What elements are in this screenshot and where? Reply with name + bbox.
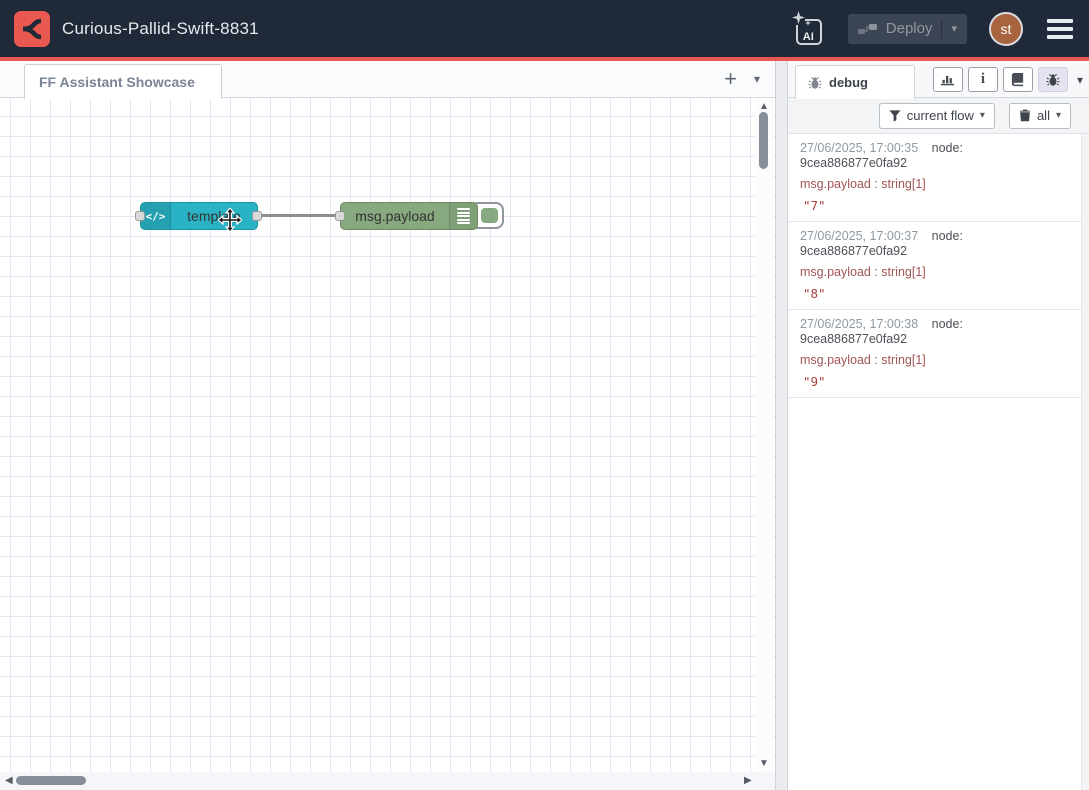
node-debug-label: msg.payload	[341, 203, 449, 229]
sparkle-small-icon	[805, 20, 811, 26]
trash-icon	[1019, 109, 1031, 122]
flow-canvas[interactable]: </> template msg.payload	[0, 98, 775, 772]
instance-title: Curious-Pallid-Swift-8831	[62, 19, 259, 39]
branch-icon	[20, 17, 44, 41]
ai-assistant-button[interactable]: AI	[792, 10, 826, 48]
header: Curious-Pallid-Swift-8831 AI	[0, 0, 1089, 57]
debug-filter-button[interactable]: current flow ▾	[879, 103, 995, 129]
user-avatar[interactable]: st	[989, 12, 1023, 46]
sidebar-tab-debug-label: debug	[829, 75, 868, 90]
sidebar-tab-buttons: i	[933, 67, 1083, 92]
wire[interactable]	[257, 214, 341, 217]
deploy-separator	[941, 20, 942, 38]
node-port-input-template[interactable]	[135, 211, 145, 221]
flow-list-chevron-icon[interactable]: ▾	[754, 72, 760, 86]
workspace-tab-actions: + ▾	[724, 61, 760, 97]
node-debug[interactable]: msg.payload	[340, 202, 478, 230]
debug-clear-label: all	[1037, 108, 1050, 123]
deploy-nodes-icon	[858, 22, 878, 36]
vertical-scroll-thumb[interactable]	[759, 112, 768, 169]
canvas-vertical-scrollbar[interactable]: ▲ ▼	[755, 98, 773, 772]
sidebar-scrollbar[interactable]	[1081, 134, 1089, 790]
code-glyph: </>	[146, 210, 166, 223]
node-port-input-debug[interactable]	[335, 211, 345, 221]
add-flow-button[interactable]: +	[724, 68, 737, 90]
info-icon: i	[981, 71, 985, 88]
move-cursor-icon	[218, 208, 242, 232]
node-template-label: template	[171, 203, 257, 229]
debug-message[interactable]: 27/06/2025, 17:00:35 node: 9cea886877e0f…	[788, 134, 1089, 222]
main-menu-button[interactable]	[1045, 15, 1075, 43]
debug-list-icon	[449, 203, 477, 229]
sidebar-tabbar: debug i	[788, 61, 1089, 98]
deploy-label: Deploy	[886, 20, 933, 37]
debug-message[interactable]: 27/06/2025, 17:00:37 node: 9cea886877e0f…	[788, 222, 1089, 310]
node-port-output-template[interactable]	[252, 211, 262, 221]
header-actions: AI Deploy ▾ st	[792, 10, 1075, 48]
sidebar: debug i	[788, 61, 1089, 790]
book-icon	[1010, 72, 1025, 87]
sidebar-resize-handle[interactable]	[775, 61, 788, 790]
debug-message-value: "8"	[800, 286, 1071, 301]
debug-toggle-indicator	[481, 208, 498, 223]
debug-message-value: "9"	[800, 374, 1071, 389]
funnel-icon	[889, 110, 901, 122]
sidebar-tab-info-button[interactable]: i	[968, 67, 998, 92]
canvas-horizontal-scrollbar[interactable]: ◀ ▶	[0, 772, 775, 790]
flow-tab[interactable]: FF Assistant Showcase	[24, 64, 222, 99]
debug-message-property: msg.payload : string[1]	[800, 177, 1071, 192]
deploy-button[interactable]: Deploy ▾	[848, 14, 967, 44]
deploy-chevron-icon[interactable]: ▾	[951, 22, 957, 35]
scroll-down-icon[interactable]: ▼	[759, 758, 769, 769]
code-icon: </>	[141, 203, 171, 229]
flowfuse-logo-icon[interactable]	[14, 11, 50, 47]
scroll-right-icon[interactable]: ▶	[744, 775, 752, 786]
bug-icon	[808, 76, 822, 90]
scroll-left-icon[interactable]: ◀	[5, 775, 13, 786]
sparkle-icon	[792, 11, 805, 24]
debug-message-timestamp: 27/06/2025, 17:00:35	[800, 141, 918, 155]
clear-chevron-icon: ▾	[1056, 110, 1061, 121]
debug-message-property: msg.payload : string[1]	[800, 353, 1071, 368]
flow-tab-label: FF Assistant Showcase	[39, 74, 195, 90]
node-red-editor: Curious-Pallid-Swift-8831 AI	[0, 0, 1089, 790]
sidebar-tab-dashboard-button[interactable]	[933, 67, 963, 92]
debug-message-list: 27/06/2025, 17:00:35 node: 9cea886877e0f…	[788, 134, 1089, 790]
workspace-area: FF Assistant Showcase + ▾ </> template m…	[0, 61, 775, 790]
horizontal-scroll-thumb[interactable]	[16, 776, 86, 785]
sidebar-menu-chevron-icon[interactable]: ▾	[1077, 73, 1083, 87]
sidebar-tab-debug-button[interactable]	[1038, 67, 1068, 92]
debug-message-timestamp: 27/06/2025, 17:00:37	[800, 229, 918, 243]
debug-clear-button[interactable]: all ▾	[1009, 103, 1071, 129]
debug-filter-label: current flow	[907, 108, 974, 123]
debug-message-value: "7"	[800, 198, 1071, 213]
bug-icon	[1046, 73, 1060, 87]
sidebar-tab-debug[interactable]: debug	[795, 65, 915, 99]
debug-message[interactable]: 27/06/2025, 17:00:38 node: 9cea886877e0f…	[788, 310, 1089, 398]
debug-message-property: msg.payload : string[1]	[800, 265, 1071, 280]
filter-chevron-icon: ▾	[980, 110, 985, 121]
bar-chart-icon	[940, 72, 955, 87]
ai-label: AI	[803, 31, 814, 43]
debug-message-timestamp: 27/06/2025, 17:00:38	[800, 317, 918, 331]
sidebar-tab-help-button[interactable]	[1003, 67, 1033, 92]
scroll-up-icon[interactable]: ▲	[759, 101, 769, 112]
workspace-tabbar: FF Assistant Showcase + ▾	[0, 61, 775, 98]
debug-toolbar: current flow ▾ all ▾	[788, 98, 1089, 134]
